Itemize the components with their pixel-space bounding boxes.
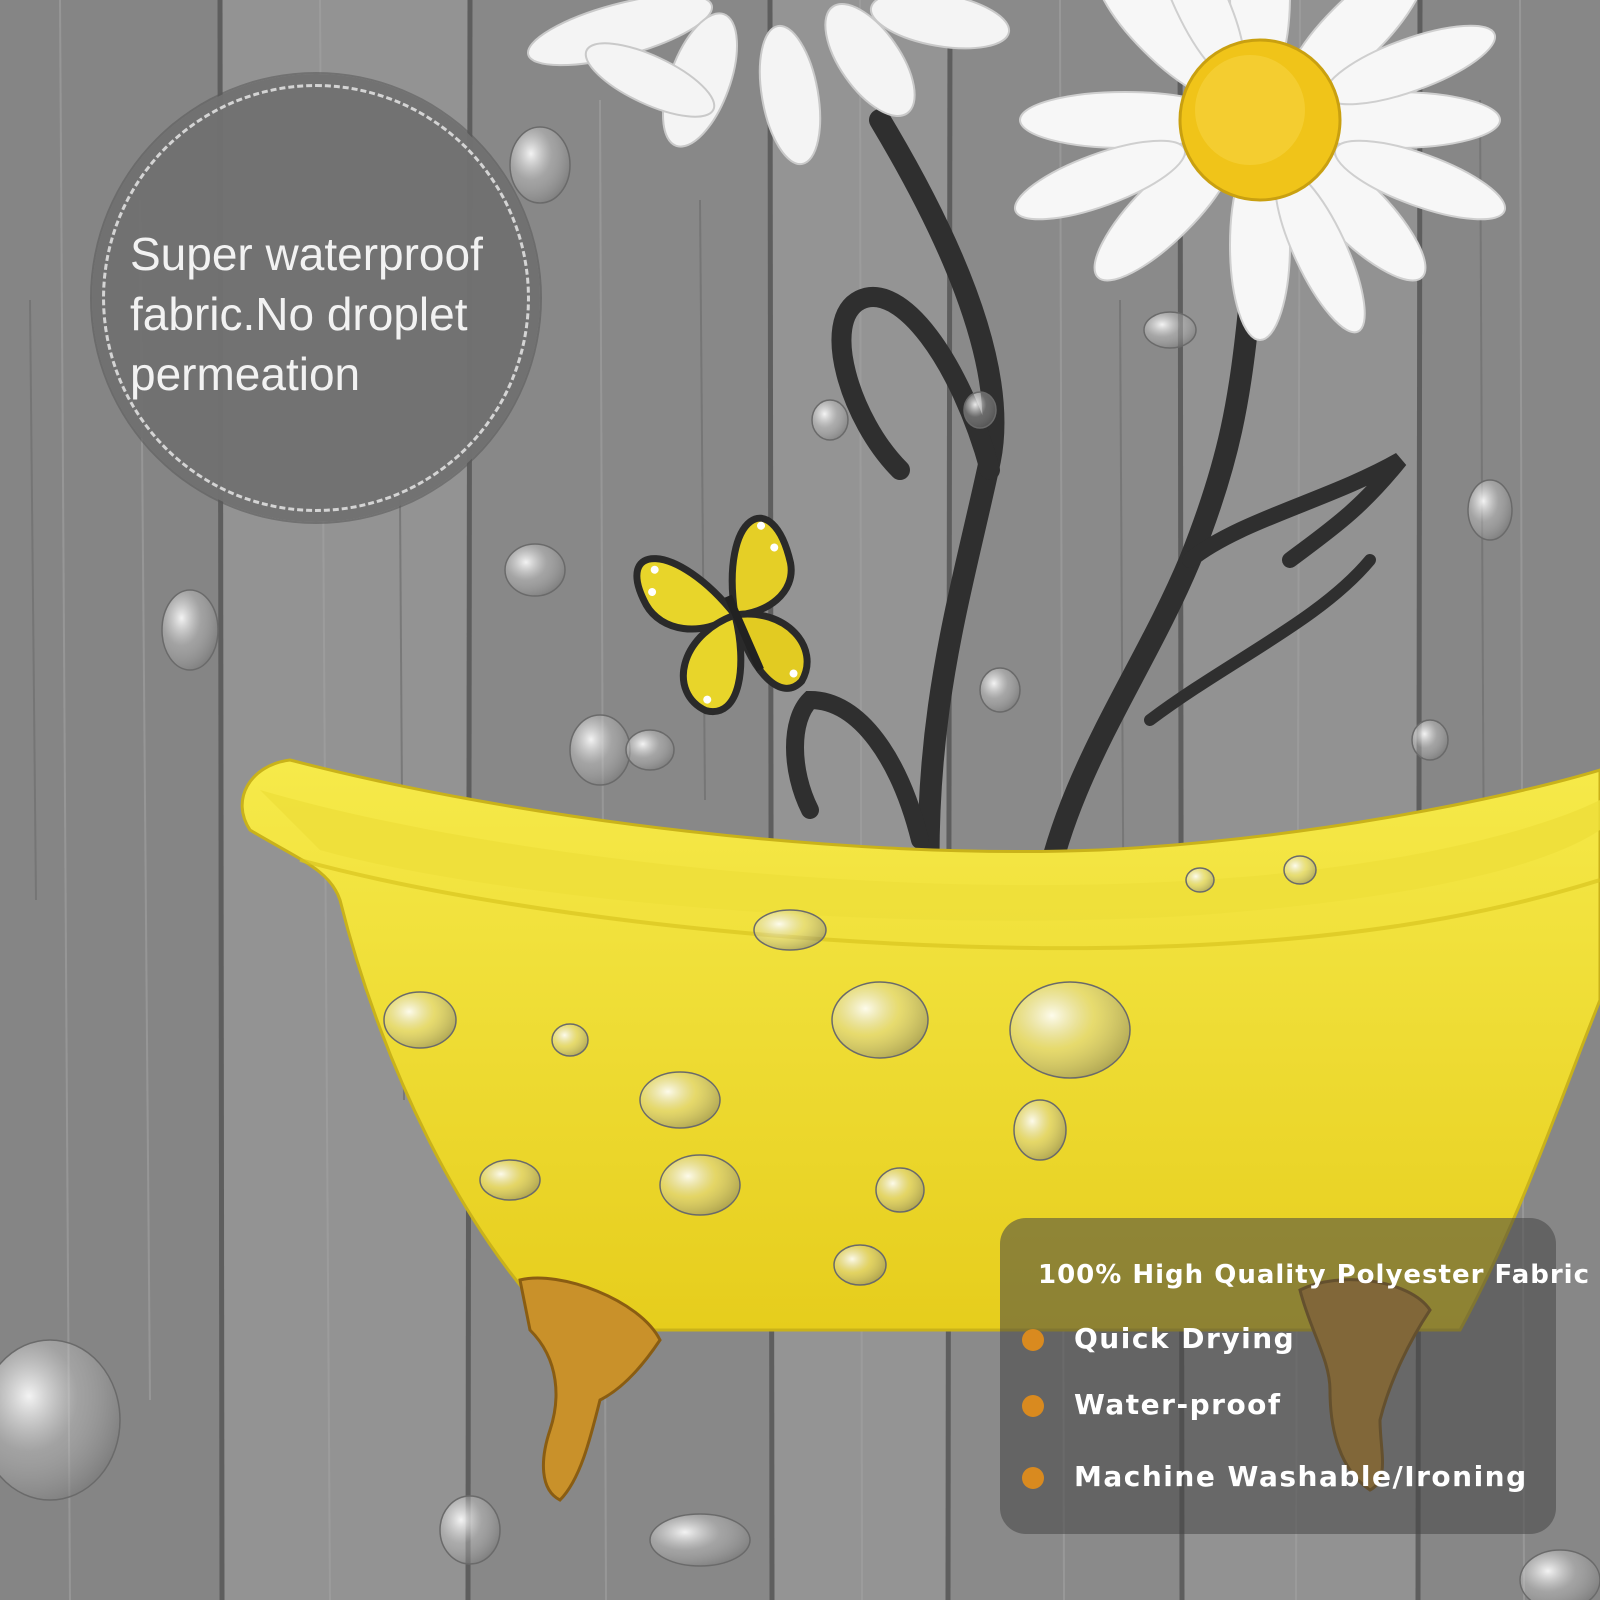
feature-item: Water-proof [1022,1388,1282,1421]
badge-line: permeation [130,348,361,400]
features-panel: 100% High Quality Polyester Fabric Quick… [1000,1218,1589,1534]
shower-curtain-scene: Super waterproof fabric.No droplet perme… [0,0,1600,1600]
feature-label: Quick Drying [1074,1322,1296,1355]
bullet-dot-icon [1022,1395,1044,1417]
bullet-dot-icon [1022,1467,1044,1489]
badge-line: Super waterproof [130,228,483,280]
feature-label: Machine Washable/Ironing [1074,1460,1528,1493]
feature-label: Water-proof [1074,1388,1282,1421]
badge-line: fabric.No droplet [130,288,468,340]
bullet-dot-icon [1022,1329,1044,1351]
feature-item: Machine Washable/Ironing [1022,1460,1528,1493]
feature-item: Quick Drying [1022,1322,1295,1355]
waterproof-badge: Super waterproof fabric.No droplet perme… [92,74,540,522]
badge-text: Super waterproof fabric.No droplet perme… [130,224,530,404]
features-title: 100% High Quality Polyester Fabric [1038,1260,1590,1290]
